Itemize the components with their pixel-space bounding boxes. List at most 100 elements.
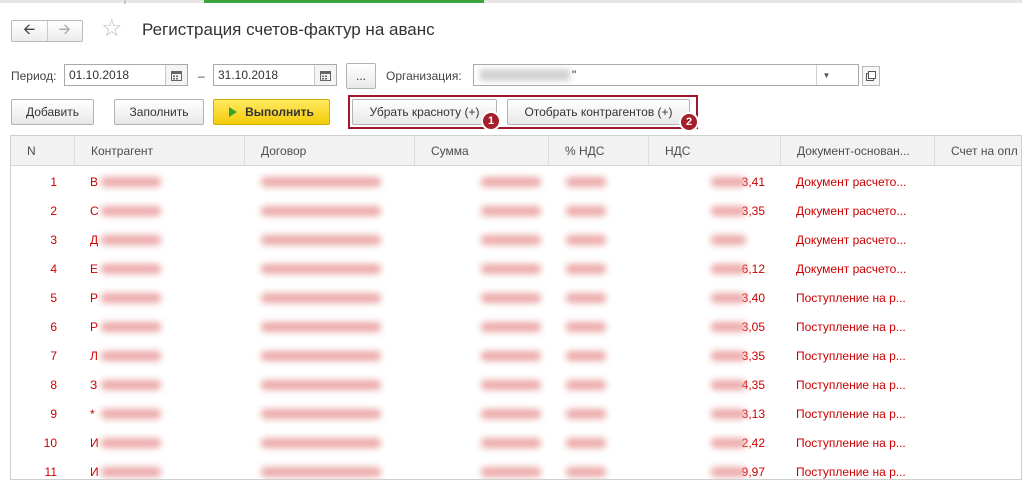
fill-button-label: Заполнить [129,105,189,119]
column-header[interactable]: % НДС [549,136,649,166]
document-cell: Документ расчето... [796,175,907,189]
contractor-cell: Д [90,233,99,247]
calendar-icon[interactable] [314,65,336,85]
redacted-value [481,351,541,361]
page-title: Регистрация счетов-фактур на аванс [142,20,435,39]
redacted-value [566,467,606,477]
column-header[interactable]: Документ-основан... [781,136,935,166]
redacted-value [566,293,606,303]
fill-button[interactable]: Заполнить [114,99,204,125]
redacted-value [101,177,161,187]
redacted-value [481,467,541,477]
table-row[interactable]: 8 З 4,35 Поступление на р... [11,370,1021,399]
redacted-value [481,438,541,448]
redacted-value [261,177,381,187]
document-cell: Поступление на р... [796,378,906,392]
redacted-value [261,293,381,303]
redacted-value [711,409,746,419]
back-button[interactable]: 🡨 [12,21,47,41]
arrow-right-icon: 🡪 [58,20,71,38]
redacted-value [261,409,381,419]
contractor-cell: З [90,378,98,392]
annotation-badge-1: 1 [481,111,501,131]
contractor-cell: Л [90,349,98,363]
column-header[interactable]: Контрагент [75,136,245,166]
contractor-cell: И [90,465,99,479]
redacted-value [261,235,381,245]
document-cell: Поступление на р... [796,407,906,421]
redacted-value [566,206,606,216]
star-icon[interactable]: ☆ [101,17,123,41]
redacted-value [711,351,746,361]
column-header[interactable]: Договор [245,136,415,166]
row-number: 1 [50,175,57,189]
select-period-button[interactable]: ... [346,63,376,89]
redacted-value [481,235,541,245]
calendar-icon[interactable] [165,65,187,85]
redacted-value [566,380,606,390]
run-button-label: Выполнить [245,105,314,119]
redacted-value [101,322,161,332]
document-cell: Поступление на р... [796,465,906,479]
table-row[interactable]: 9 * 3,13 Поступление на р... [11,399,1021,428]
row-number: 6 [50,320,57,334]
redacted-value [711,235,746,245]
annotation-badge-2: 2 [679,112,699,132]
run-button[interactable]: Выполнить [213,99,330,125]
redacted-value [101,293,161,303]
tab-divider [124,0,126,4]
redacted-value [261,351,381,361]
redacted-value [101,235,161,245]
table-row[interactable]: 7 Л 3,35 Поступление на р... [11,341,1021,370]
date-to-field[interactable]: 31.10.2018 [213,64,337,86]
period-label: Период: [11,69,57,83]
document-cell: Поступление на р... [796,349,906,363]
select-contractors-button[interactable]: Отобрать контрагентов (+) [507,99,690,125]
organization-label: Организация: [386,69,462,83]
remove-red-label: Убрать красноту (+) [369,105,480,119]
contractor-cell: И [90,436,99,450]
table-row[interactable]: 3 Д Документ расчето... [11,225,1021,254]
column-header[interactable]: Счет на опл [935,136,1021,166]
table-row[interactable]: 4 Е 6,12 Документ расчето... [11,254,1021,283]
redacted-value [101,467,161,477]
table-row[interactable]: 5 Р 3,40 Поступление на р... [11,283,1021,312]
select-contractors-label: Отобрать контрагентов (+) [524,105,673,119]
column-header[interactable]: НДС [649,136,781,166]
chevron-down-icon[interactable]: ▼ [816,65,836,85]
redacted-value [261,467,381,477]
redacted-value [566,409,606,419]
table-row[interactable]: 11 И 9,97 Поступление на р... [11,457,1021,479]
redacted-value [711,322,746,332]
row-number: 2 [50,204,57,218]
table-row[interactable]: 1 В 3,41 Документ расчето... [11,167,1021,196]
redacted-value [566,264,606,274]
add-button[interactable]: Добавить [11,99,94,125]
row-number: 8 [50,378,57,392]
column-header[interactable]: N [11,136,75,166]
document-cell: Документ расчето... [796,233,907,247]
forward-button[interactable]: 🡪 [46,20,83,41]
date-from-field[interactable]: 01.10.2018 [64,64,188,86]
open-organization-button[interactable] [862,66,880,86]
redacted-value [481,380,541,390]
remove-red-button[interactable]: Убрать красноту (+) [352,99,497,125]
contractor-cell: Р [90,320,99,334]
row-number: 5 [50,291,57,305]
contractor-cell: Р [90,291,99,305]
open-window-icon [866,71,876,81]
redacted-value [566,235,606,245]
column-header[interactable]: Сумма [415,136,549,166]
redacted-value [566,322,606,332]
contractor-cell: С [90,204,99,218]
organization-field[interactable]: " ▼ [473,64,859,86]
row-number: 10 [43,436,57,450]
table-row[interactable]: 10 И 2,42 Поступление на р... [11,428,1021,457]
redacted-value [566,177,606,187]
document-cell: Документ расчето... [796,262,907,276]
table-row[interactable]: 6 Р 3,05 Поступление на р... [11,312,1021,341]
redacted-value [481,409,541,419]
invoice-table: N Контрагент Договор Сумма % НДС НДС Док… [10,135,1022,480]
arrow-left-icon: 🡨 [23,20,36,38]
table-row[interactable]: 2 С 3,35 Документ расчето... [11,196,1021,225]
